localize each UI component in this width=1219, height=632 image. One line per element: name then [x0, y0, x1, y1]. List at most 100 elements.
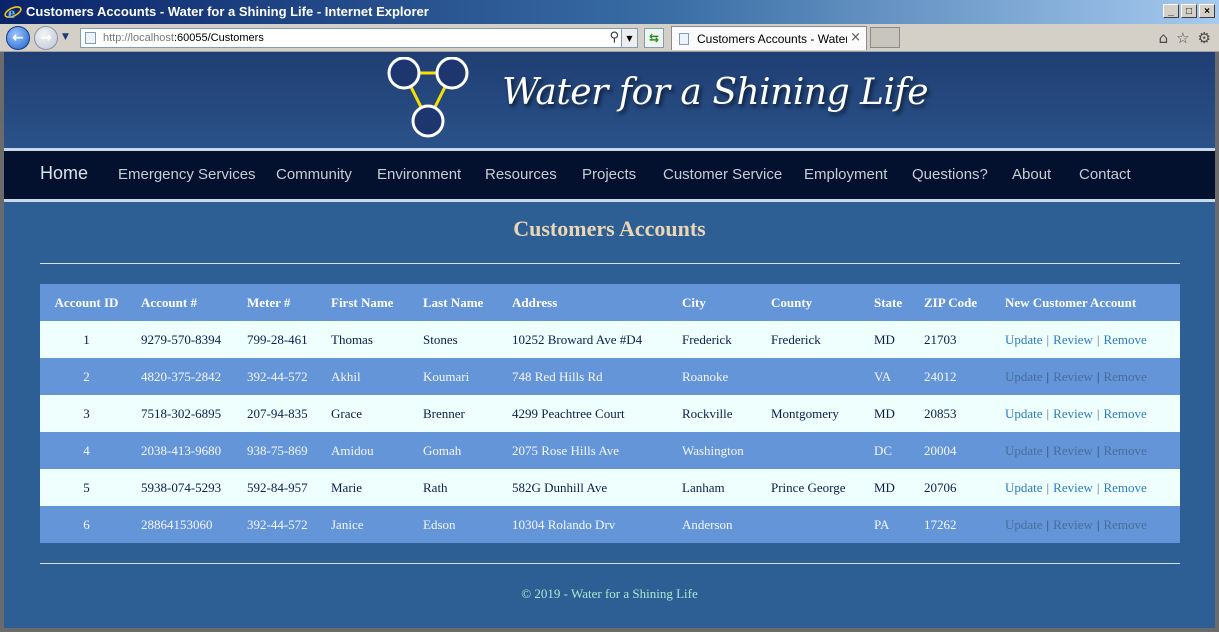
- header-new-customer-account[interactable]: New Customer Account: [997, 284, 1180, 321]
- cell-account-id: 4: [40, 432, 133, 469]
- cell-actions: Update | Review | Remove: [997, 432, 1180, 469]
- site-logo: [387, 57, 469, 138]
- nav-questions[interactable]: Questions?: [912, 166, 988, 183]
- cell-last-name: Stones: [415, 321, 504, 358]
- close-button[interactable]: ×: [1199, 4, 1215, 18]
- url-host: http://localhost: [103, 32, 174, 44]
- cell-county: [763, 358, 866, 395]
- table-header-row: Account ID Account # Meter # First Name …: [40, 284, 1180, 321]
- address-dropdown-button[interactable]: ▼: [621, 29, 637, 47]
- url-text[interactable]: http://localhost:60055/Customers: [103, 32, 264, 44]
- url-path: :60055/Customers: [173, 32, 264, 44]
- cell-first-name: Janice: [323, 506, 415, 543]
- cell-address: 748 Red Hills Rd: [504, 358, 674, 395]
- cell-account-number: 2038-413-9680: [133, 432, 239, 469]
- footer-divider: [40, 563, 1180, 564]
- cell-actions: Update | Review | Remove: [997, 506, 1180, 543]
- cell-zip-code: 21703: [916, 321, 997, 358]
- nav-resources[interactable]: Resources: [485, 166, 557, 183]
- minimize-button[interactable]: _: [1163, 4, 1179, 18]
- cell-meter-number: 207-94-835: [239, 395, 323, 432]
- update-link[interactable]: Update: [1005, 406, 1043, 421]
- window-title-bar: e Customers Accounts - Water for a Shini…: [0, 0, 1219, 24]
- refresh-icon: ⇆: [648, 31, 660, 45]
- home-icon[interactable]: ⌂: [1159, 29, 1169, 47]
- cell-actions: Update | Review | Remove: [997, 321, 1180, 358]
- new-tab-button[interactable]: [870, 27, 900, 48]
- action-separator: |: [1096, 331, 1100, 347]
- refresh-button[interactable]: ⇆: [644, 28, 664, 48]
- site-header: Water for a Shining Life: [4, 52, 1215, 148]
- table-row: 5 5938-074-5293 592-84-957 Marie Rath 582G Du…: [40, 469, 1180, 506]
- browser-tab[interactable]: Customers Accounts - Water... ×: [671, 26, 867, 50]
- review-link[interactable]: Review: [1053, 332, 1093, 347]
- nav-employment[interactable]: Employment: [804, 166, 887, 183]
- review-link[interactable]: Review: [1053, 480, 1093, 495]
- cell-state: MD: [866, 321, 916, 358]
- recent-pages-dropdown[interactable]: ▼: [62, 32, 69, 42]
- cell-last-name: Edson: [415, 506, 504, 543]
- header-city: City: [674, 284, 763, 321]
- address-bar[interactable]: http://localhost:60055/Customers ⚲ ▼: [80, 28, 638, 48]
- nav-contact[interactable]: Contact: [1079, 166, 1131, 183]
- cell-account-id: 6: [40, 506, 133, 543]
- title-divider: [40, 263, 1180, 264]
- nav-about[interactable]: About: [1012, 166, 1051, 183]
- action-separator: |: [1096, 368, 1100, 384]
- maximize-button[interactable]: □: [1181, 4, 1197, 18]
- table-row: 4 2038-413-9680 938-75-869 Amidou Gomah 2075 …: [40, 432, 1180, 469]
- remove-link[interactable]: Remove: [1103, 369, 1146, 384]
- review-link[interactable]: Review: [1053, 443, 1093, 458]
- review-link[interactable]: Review: [1053, 369, 1093, 384]
- cell-first-name: Amidou: [323, 432, 415, 469]
- back-button[interactable]: ←: [6, 26, 30, 50]
- update-link[interactable]: Update: [1005, 369, 1043, 384]
- update-link[interactable]: Update: [1005, 443, 1043, 458]
- cell-county: [763, 432, 866, 469]
- header-state: State: [866, 284, 916, 321]
- table-row: 2 4820-375-2842 392-44-572 Akhil Koumari 748 …: [40, 358, 1180, 395]
- favorites-star-icon[interactable]: ☆: [1176, 29, 1189, 47]
- cell-actions: Update | Review | Remove: [997, 395, 1180, 432]
- cell-account-id: 1: [40, 321, 133, 358]
- update-link[interactable]: Update: [1005, 332, 1043, 347]
- table-row: 6 28864153060 392-44-572 Janice Edson 10304 R…: [40, 506, 1180, 543]
- review-link[interactable]: Review: [1053, 517, 1093, 532]
- nav-community[interactable]: Community: [276, 166, 352, 183]
- tab-close-icon[interactable]: ×: [850, 30, 861, 45]
- tab-page-icon: [679, 33, 689, 45]
- header-zip-code: ZIP Code: [916, 284, 997, 321]
- cell-zip-code: 17262: [916, 506, 997, 543]
- table-body: 1 9279-570-8394 799-28-461 Thomas Stones 1025…: [40, 321, 1180, 543]
- cell-address: 10304 Rolando Drv: [504, 506, 674, 543]
- action-separator: |: [1096, 405, 1100, 421]
- cell-first-name: Akhil: [323, 358, 415, 395]
- remove-link[interactable]: Remove: [1103, 517, 1146, 532]
- header-county: County: [763, 284, 866, 321]
- gear-icon[interactable]: ⚙: [1198, 29, 1211, 47]
- nav-emergency-services[interactable]: Emergency Services: [118, 166, 256, 183]
- remove-link[interactable]: Remove: [1103, 332, 1146, 347]
- main-navigation: Home Emergency Services Community Enviro…: [4, 151, 1215, 199]
- cell-address: 2075 Rose Hills Ave: [504, 432, 674, 469]
- cell-account-number: 7518-302-6895: [133, 395, 239, 432]
- nav-projects[interactable]: Projects: [582, 166, 636, 183]
- action-separator: |: [1046, 331, 1050, 347]
- cell-account-number: 5938-074-5293: [133, 469, 239, 506]
- remove-link[interactable]: Remove: [1103, 480, 1146, 495]
- search-icon[interactable]: ⚲: [609, 30, 619, 45]
- browser-tool-icons: ⌂ ☆ ⚙: [1159, 29, 1211, 47]
- update-link[interactable]: Update: [1005, 517, 1043, 532]
- forward-button[interactable]: →: [34, 26, 58, 50]
- cell-county: [763, 506, 866, 543]
- nav-customer-service[interactable]: Customer Service: [663, 166, 782, 183]
- action-separator: |: [1096, 516, 1100, 532]
- nav-environment[interactable]: Environment: [377, 166, 461, 183]
- remove-link[interactable]: Remove: [1103, 443, 1146, 458]
- window-title: Customers Accounts - Water for a Shining…: [26, 4, 429, 19]
- nav-home[interactable]: Home: [40, 163, 88, 184]
- review-link[interactable]: Review: [1053, 406, 1093, 421]
- remove-link[interactable]: Remove: [1103, 406, 1146, 421]
- update-link[interactable]: Update: [1005, 480, 1043, 495]
- cell-state: DC: [866, 432, 916, 469]
